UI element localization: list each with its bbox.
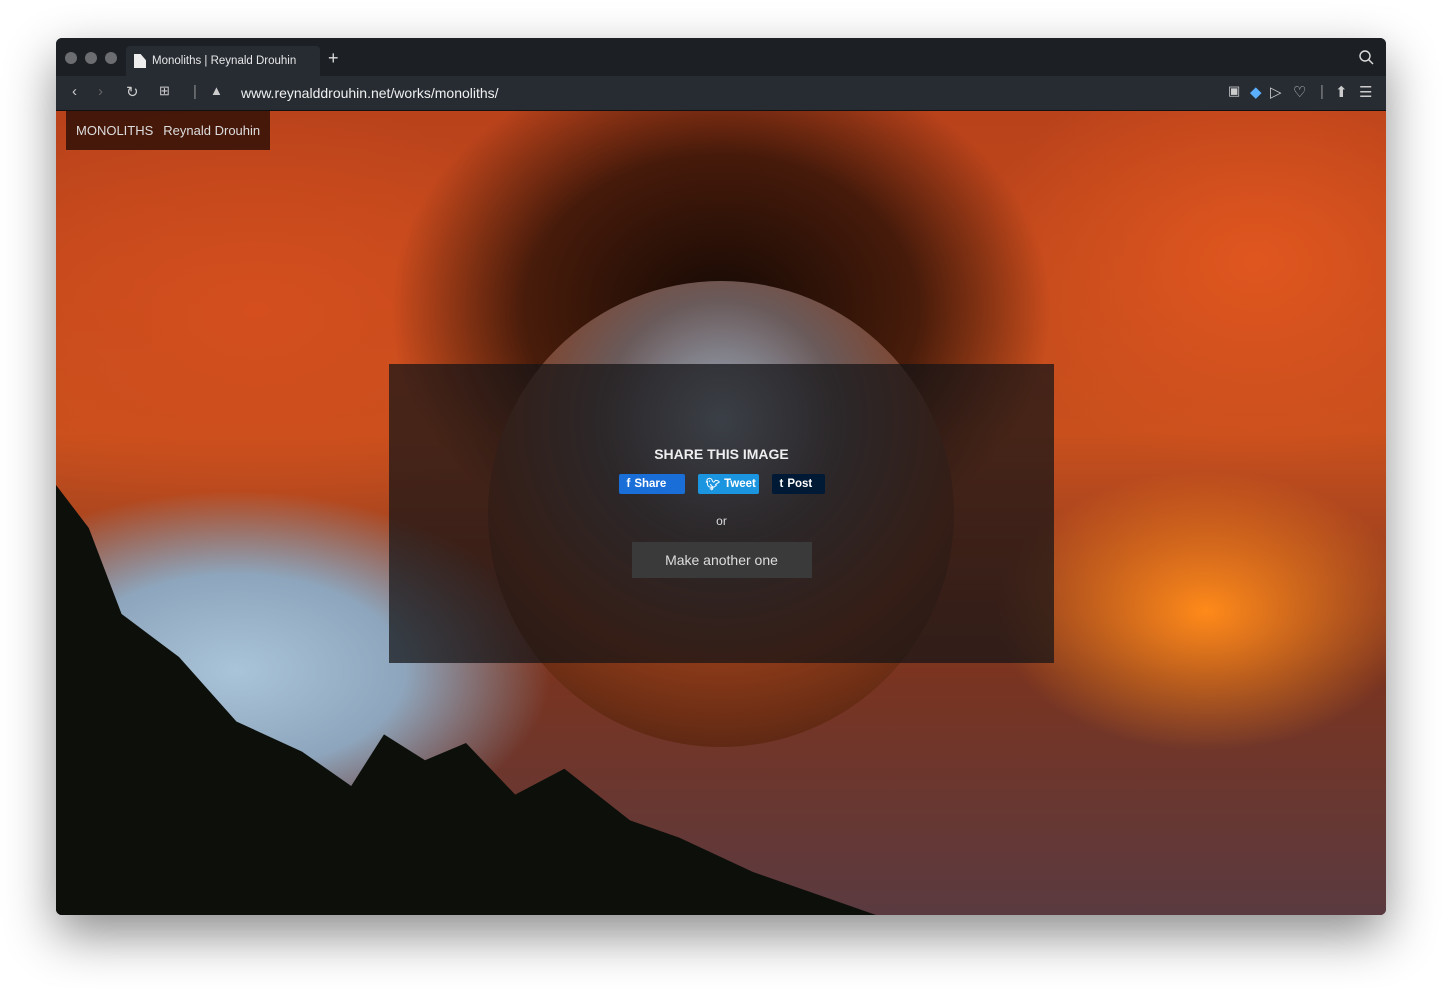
address-toolbar: ‹ › ↻ ⊞ | ▲ www.reynalddrouhin.net/works… [56,76,1386,111]
warning-icon[interactable]: ▲ [210,83,223,98]
shield-icon[interactable]: ◆ [1250,83,1262,101]
url-field[interactable]: www.reynalddrouhin.net/works/monoliths/ [241,85,499,101]
tab-bar: Monoliths | Reynald Drouhin + [56,38,1386,76]
browser-window: Monoliths | Reynald Drouhin + ‹ › ↻ ⊞ | … [56,38,1386,915]
heart-icon[interactable]: ♡ [1293,83,1306,101]
twitter-icon: 🐦︎ [705,479,721,491]
twitter-tweet-button[interactable]: 🐦︎ Tweet [697,474,759,494]
tab-active[interactable]: Monoliths | Reynald Drouhin [126,46,320,76]
settings-icon[interactable]: ☰ [1359,83,1372,101]
camera-icon[interactable]: ▣ [1228,83,1240,99]
site-header: MONOLITHS Reynald Drouhin [66,111,271,150]
author-link[interactable]: Reynald Drouhin [163,123,260,138]
tumblr-post-button[interactable]: t Post [771,474,825,494]
maximize-button[interactable] [105,52,117,64]
divider: | [193,83,197,100]
share-buttons: f Share 🐦︎ Tweet t Post [618,474,825,494]
make-another-button[interactable]: Make another one [631,542,812,578]
tab-title: Monoliths | Reynald Drouhin [152,55,297,67]
forward-icon[interactable]: › [98,83,103,100]
search-icon[interactable] [1359,50,1374,65]
share-panel: SHARE THIS IMAGE f Share 🐦︎ Tweet t Post or… [389,364,1054,663]
or-label: or [716,514,727,528]
back-icon[interactable]: ‹ [72,83,77,100]
share-title: SHARE THIS IMAGE [654,446,789,462]
page-content: MONOLITHS Reynald Drouhin SHARE THIS IMA… [56,111,1386,915]
new-tab-button[interactable]: + [328,48,339,69]
share-icon[interactable]: ⬆ [1335,83,1348,101]
minimize-button[interactable] [85,52,97,64]
document-icon [134,54,146,68]
close-button[interactable] [65,52,77,64]
speed-dial-icon[interactable]: ⊞ [159,83,170,99]
send-icon[interactable]: ▷ [1270,83,1282,101]
facebook-icon: f [626,478,631,490]
facebook-share-button[interactable]: f Share [618,474,685,494]
tumblr-icon: t [779,478,784,490]
window-controls [65,52,117,64]
divider: | [1320,83,1324,100]
reload-icon[interactable]: ↻ [126,83,139,101]
site-name-link[interactable]: MONOLITHS [76,123,153,138]
